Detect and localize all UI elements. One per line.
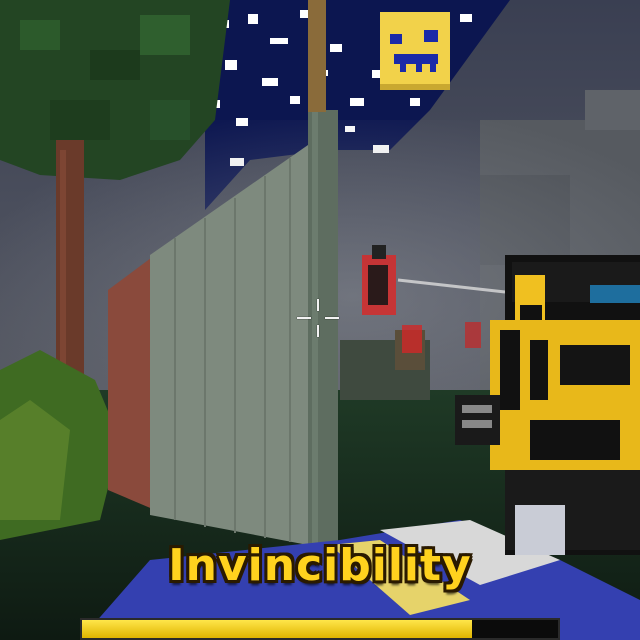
ability-label: Invincibility	[168, 540, 472, 591]
moon-face-icon	[380, 12, 450, 90]
ability-progress-bar	[80, 618, 560, 640]
game-viewport[interactable]: Invincibility	[0, 0, 640, 640]
ability-progress-fill	[82, 620, 473, 638]
crosshair	[297, 299, 339, 337]
